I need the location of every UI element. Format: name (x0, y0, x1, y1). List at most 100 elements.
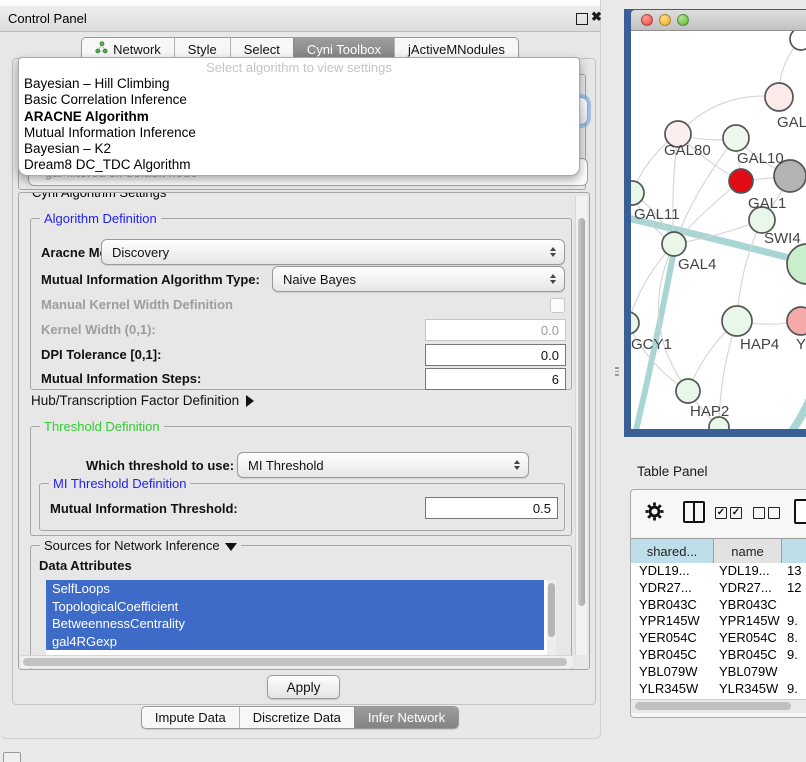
unchecked-checkbox-icon[interactable] (753, 507, 765, 519)
mi-steps-field[interactable]: 6 (425, 368, 566, 390)
node-gal10-label: GAL10 (737, 150, 784, 167)
mi-type-combo[interactable]: Naive Bayes (272, 266, 565, 292)
mi-type-label: Mutual Information Algorithm Type: (41, 272, 260, 287)
node-gcy1[interactable] (631, 312, 639, 334)
node-gal1[interactable] (729, 169, 753, 193)
node-gal-top[interactable] (765, 83, 793, 111)
node-swi4-label: SWI4 (764, 230, 801, 247)
threshold-definition-legend: Threshold Definition (40, 419, 164, 434)
cell-value: 9. (787, 613, 806, 630)
cell-shared-name: YDL19... (639, 563, 713, 580)
aracne-mode-combo[interactable]: Discovery (101, 239, 565, 265)
cell-name: YER054C (719, 630, 783, 647)
table-hscroll-thumb[interactable] (635, 702, 791, 710)
control-panel-window: Control Panel ✖ NetworkStyleSelectCyni T… (0, 0, 601, 739)
table-row-ybr043c[interactable]: YBR043CYBR043C (631, 597, 806, 614)
document-icon[interactable] (794, 499, 806, 524)
network-icon (95, 41, 108, 57)
table-panel-toolbar: ✓ ✓ (631, 490, 806, 537)
unchecked-checkbox-icon[interactable] (768, 507, 780, 519)
combo-stepper-icon (550, 247, 556, 257)
column-header-name[interactable]: name (714, 539, 782, 564)
checked-checkbox-icon[interactable]: ✓ (730, 507, 742, 519)
node-pink-right[interactable] (787, 307, 806, 335)
algorithm-option-aracne-algorithm[interactable]: ARACNE Algorithm (19, 109, 579, 125)
data-attributes-label: Data Attributes (39, 558, 132, 573)
panel-divider-grip[interactable] (614, 367, 620, 377)
algorithm-popup-hint: Select algorithm to view settings (19, 60, 579, 76)
algorithm-option-mutual-information-inference[interactable]: Mutual Information Inference (19, 125, 579, 141)
which-threshold-combo[interactable]: MI Threshold (237, 452, 529, 478)
minimize-traffic-light[interactable] (659, 14, 671, 26)
bottom-tab-discretize-data-label: Discretize Data (253, 710, 341, 725)
attributes-scrollbar[interactable] (547, 580, 556, 658)
node-gal80-label: GAL80 (664, 142, 711, 159)
cell-shared-name: YPR145W (639, 613, 713, 630)
mi-type-value: Naive Bayes (283, 272, 550, 287)
table-row-ydr27[interactable]: YDR27...YDR27...12 (631, 580, 806, 597)
data-attributes-list[interactable]: SelfLoopsTopologicalCoefficientBetweenne… (46, 580, 556, 658)
aracne-mode-value: Discovery (112, 245, 550, 260)
manual-kernel-checkbox[interactable] (550, 298, 565, 313)
node-gal-top-label: GAL (777, 114, 806, 131)
dpi-tolerance-field[interactable]: 0.0 (425, 344, 566, 366)
table-row-ybr045c[interactable]: YBR045CYBR045C9. (631, 647, 806, 664)
cell-name: YBL079W (719, 664, 783, 681)
settings-vertical-scrollbar[interactable] (575, 196, 587, 655)
node-hap4[interactable] (722, 306, 752, 336)
settings-hscroll-thumb[interactable] (23, 658, 567, 666)
float-window-icon[interactable] (576, 13, 588, 25)
table-row-ybl079w[interactable]: YBL079WYBL079W (631, 664, 806, 681)
table-horizontal-scrollbar[interactable] (631, 699, 806, 713)
combo-stepper-icon (514, 460, 520, 470)
control-panel-title: Control Panel (8, 11, 87, 26)
network-window-titlebar[interactable] (631, 10, 806, 31)
dpi-tolerance-label: DPI Tolerance [0,1]: (41, 347, 161, 362)
checked-checkbox-icon[interactable]: ✓ (715, 507, 727, 519)
node-gal11[interactable] (631, 181, 644, 205)
attribute-item-selfloops[interactable]: SelfLoops (46, 580, 544, 598)
table-row-yer054c[interactable]: YER054CYER054C8. (631, 630, 806, 647)
bottom-tab-discretize-data[interactable]: Discretize Data (239, 707, 354, 728)
close-icon[interactable]: ✖ (591, 9, 602, 25)
column-header-hidden[interactable] (782, 539, 806, 564)
settings-vscroll-thumb[interactable] (578, 218, 585, 606)
algorithm-option-bayesian-k2[interactable]: Bayesian – K2 (19, 141, 579, 157)
node-gal4[interactable] (662, 232, 686, 256)
gear-icon[interactable] (645, 502, 664, 526)
hub-transcription-section-toggle[interactable]: Hub/Transcription Factor Definition (31, 393, 254, 408)
algorithm-option-basic-correlation-inference[interactable]: Basic Correlation Inference (19, 92, 579, 108)
node-top-partial[interactable] (790, 31, 806, 50)
attributes-scrollbar-thumb[interactable] (548, 583, 555, 637)
attribute-item-betweennesscentrality[interactable]: BetweennessCentrality (46, 615, 544, 633)
node-gal10[interactable] (723, 125, 749, 151)
zoom-traffic-light[interactable] (677, 14, 689, 26)
sources-legend[interactable]: Sources for Network Inference (40, 538, 241, 553)
control-panel-titlebar: Control Panel (0, 6, 600, 32)
node-swi4[interactable] (787, 244, 806, 284)
table-row-ydl19[interactable]: YDL19...YDL19...13 (631, 563, 806, 580)
table-row-ypr145w[interactable]: YPR145WYPR145W9. (631, 613, 806, 630)
bottom-corner-icon[interactable] (3, 752, 21, 762)
algorithm-option-bayesian-hill-climbing[interactable]: Bayesian – Hill Climbing (19, 76, 579, 92)
network-canvas[interactable]: GALGAL80GAL10GAL1GAL11GAL4SWI4GCY1HAP4YH… (631, 31, 806, 429)
desktop: Control Panel ✖ NetworkStyleSelectCyni T… (0, 0, 806, 762)
node-hap2[interactable] (676, 379, 700, 403)
apply-button[interactable]: Apply (267, 675, 340, 699)
mi-threshold-field[interactable]: 0.5 (425, 497, 558, 519)
kernel-width-field[interactable]: 0.0 (425, 319, 566, 341)
settings-horizontal-scrollbar[interactable] (21, 655, 573, 668)
bottom-tab-impute-data[interactable]: Impute Data (142, 707, 239, 728)
cell-shared-name: YBR043C (639, 597, 713, 614)
bottom-tab-infer-network[interactable]: Infer Network (354, 707, 458, 728)
attribute-item-gal4rgexp[interactable]: gal4RGexp (46, 633, 544, 651)
attribute-item-topologicalcoefficient[interactable]: TopologicalCoefficient (46, 598, 544, 616)
table-row-ylr345w[interactable]: YLR345WYLR345W9. (631, 681, 806, 698)
cell-name: YDL19... (719, 563, 783, 580)
which-threshold-label: Which threshold to use: (86, 458, 234, 473)
close-traffic-light[interactable] (641, 14, 653, 26)
algorithm-option-dream8-dc-tdc-algorithm[interactable]: Dream8 DC_TDC Algorithm (19, 157, 579, 173)
column-header-shared[interactable]: shared... (631, 539, 714, 564)
tab-style-label: Style (188, 42, 217, 57)
columns-icon[interactable] (683, 501, 705, 523)
